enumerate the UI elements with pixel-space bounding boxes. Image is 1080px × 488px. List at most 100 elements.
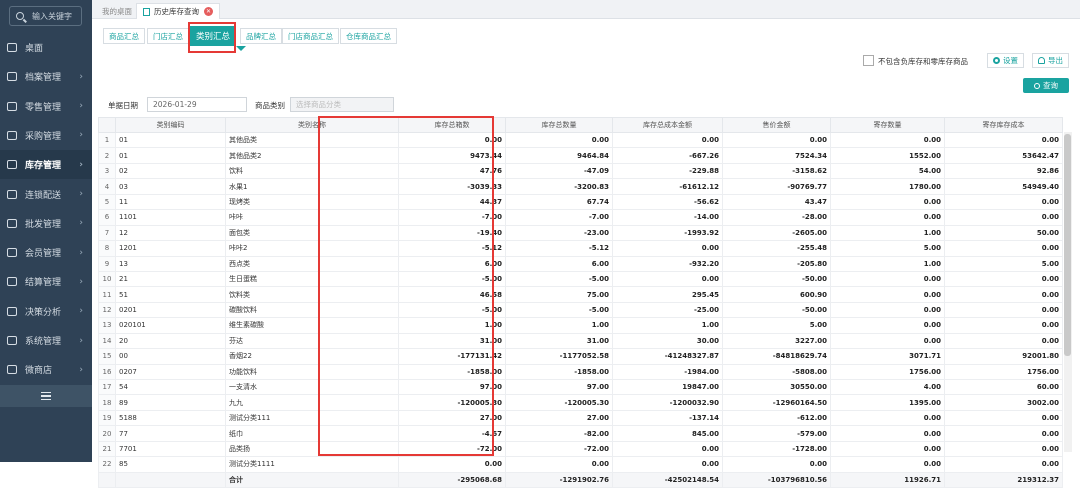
table-cell: -1177052.58	[505, 348, 613, 365]
table-cell: 0.00	[505, 456, 613, 473]
table-cell: 50.00	[944, 224, 1063, 242]
nav-item-label: 批发管理	[25, 219, 62, 230]
table-row[interactable]: 17 54 一支清水 97.00 97.00 19847.00 30550.00 4.00 60…	[98, 378, 1063, 396]
row-index: 6	[98, 209, 116, 226]
nav-item-label: 连锁配送	[25, 190, 62, 201]
table-cell: 7524.34	[722, 147, 831, 164]
table-row[interactable]: 22 85 测试分类1111 0.00 0.00 0.00 0.00 0.00 0.00	[98, 456, 1063, 473]
exclude-negative-checkbox[interactable]	[863, 55, 874, 66]
table-cell: 7701	[115, 440, 226, 458]
subtab-4[interactable]: 门店商品汇总	[282, 28, 339, 44]
table-cell	[115, 471, 226, 488]
subtab-3[interactable]: 品牌汇总	[240, 28, 282, 44]
subtab-1[interactable]: 门店汇总	[147, 28, 189, 44]
nav-item-2[interactable]: 零售管理 ›	[0, 92, 92, 121]
nav-item-9[interactable]: 决策分析 ›	[0, 297, 92, 326]
table-cell: 60.00	[944, 378, 1063, 396]
table-row[interactable]: 5 11 现烤类 44.37 67.74 -56.62 43.47 0.00 0.00	[98, 193, 1063, 211]
table-cell: -3158.62	[722, 162, 831, 180]
table-cell: -25.00	[612, 301, 723, 319]
table-row[interactable]: 11 51 饮料类 46.58 75.00 295.45 600.90 0.00 0.00	[98, 286, 1063, 303]
table-row[interactable]: 15 00 香烟22 -177131.42 -1177052.58 -41248327.8…	[98, 348, 1063, 365]
search-box[interactable]: 输入关键字	[9, 6, 82, 26]
close-icon[interactable]: ✕	[204, 7, 213, 16]
nav-item-0[interactable]: 桌面	[0, 33, 92, 62]
settings-button[interactable]: 设置	[987, 53, 1024, 68]
table-row[interactable]: 16 0207 功能饮料 -1858.00 -1858.00 -1984.00 -5808.…	[98, 363, 1063, 381]
table-cell: -5.00	[505, 270, 613, 288]
nav-item-5[interactable]: 连锁配送 ›	[0, 180, 92, 209]
menu-icon	[41, 392, 51, 400]
nav-item-11[interactable]: 微商店 ›	[0, 355, 92, 384]
table-row[interactable]: 19 5188 测试分类111 27.00 27.00 -137.14 -612.00 0.0…	[98, 409, 1063, 427]
nav-item-label: 采购管理	[25, 131, 62, 142]
table-cell: 43.47	[722, 193, 831, 211]
table-cell: -7.00	[505, 209, 613, 226]
table-row[interactable]: 2 01 其他品类2 9473.44 9464.84 -667.26 7524.34 1552…	[98, 147, 1063, 164]
nav-item-3[interactable]: 采购管理 ›	[0, 121, 92, 150]
tab-history-stock[interactable]: 历史库存查询 ✕	[136, 3, 220, 19]
category-select[interactable]: 选择商品分类	[290, 97, 394, 112]
query-button[interactable]: 查询	[1023, 78, 1069, 93]
table-row[interactable]: 18 89 九九 -120005.30 -120005.30 -1200032.90 -12…	[98, 394, 1063, 411]
table-cell: -3200.83	[505, 178, 613, 195]
subtab-5[interactable]: 仓库商品汇总	[340, 28, 397, 44]
chevron-right-icon: ›	[79, 335, 83, 346]
nav-item-8[interactable]: 结算管理 ›	[0, 267, 92, 296]
table-cell: 0.00	[830, 456, 945, 473]
table-row[interactable]: 14 20 芬达 31.00 31.00 30.00 3227.00 0.00 0.00	[98, 332, 1063, 350]
table-cell: 0.00	[944, 440, 1063, 458]
table-row[interactable]: 9 13 西点类 6.00 6.00 -932.20 -205.80 1.00 5.00	[98, 255, 1063, 272]
row-index: 15	[98, 348, 116, 365]
table-cell: 1101	[115, 209, 226, 226]
nav-item-7[interactable]: 会员管理 ›	[0, 238, 92, 267]
table-cell: -667.26	[612, 147, 723, 164]
row-index: 12	[98, 301, 116, 319]
table-row[interactable]: 12 0201 碳酸饮料 -5.00 -5.00 -25.00 -50.00 0.00 0.00	[98, 301, 1063, 319]
table-cell: -120005.30	[505, 394, 613, 411]
table-cell: 54949.40	[944, 178, 1063, 195]
date-input[interactable]: 2026-01-29	[147, 97, 247, 112]
table-row[interactable]: 20 77 纸巾 -4.67 -82.00 845.00 -579.00 0.00 0.00	[98, 425, 1063, 442]
settings-label: 设置	[1003, 56, 1018, 65]
summary-table: 类别编码 类别名称 库存总箱数 库存总数量 库存总成本金额 售价金额 寄存数量 寄存库存成本 …	[98, 117, 1063, 488]
table-row[interactable]: 21 7701 品类扬 -72.00 -72.00 0.00 -1728.00 0.00 0.0…	[98, 440, 1063, 458]
table-row[interactable]: 13 020101 维生素碳酸 1.00 1.00 1.00 5.00 0.00 0.00	[98, 317, 1063, 334]
table-row[interactable]: 3 02 饮料 47.76 -47.09 -229.88 -3158.62 54.00 92.8…	[98, 162, 1063, 180]
scrollbar-thumb[interactable]	[1064, 134, 1071, 356]
inventory-icon	[7, 160, 17, 170]
table-cell: -28.00	[722, 209, 831, 226]
table-row[interactable]: 6 1101 咔咔 -7.00 -7.00 -14.00 -28.00 0.00 0.00	[98, 209, 1063, 226]
table-cell: -5808.00	[722, 363, 831, 381]
collapse-sidebar-button[interactable]	[0, 385, 92, 407]
table-cell: 0.00	[830, 425, 945, 442]
export-button[interactable]: 导出	[1032, 53, 1069, 68]
chevron-right-icon: ›	[79, 306, 83, 317]
nav-item-4[interactable]: 库存管理 ›	[0, 150, 92, 180]
total-cell: -42502148.54	[612, 471, 723, 488]
nav-item-6[interactable]: 批发管理 ›	[0, 209, 92, 238]
tab-desktop[interactable]: 我的桌面	[96, 3, 138, 19]
table-row[interactable]: 4 03 水果1 -3039.33 -3200.83 -61612.12 -90769.77…	[98, 178, 1063, 195]
row-index: 16	[98, 363, 116, 381]
table-cell: 20	[115, 332, 226, 350]
table-cell: 0.00	[830, 301, 945, 319]
shop-icon	[7, 365, 17, 375]
archive-icon	[7, 72, 17, 82]
table-cell: 31.00	[505, 332, 613, 350]
category-label: 商品类别	[255, 101, 285, 110]
total-cell: -103796810.56	[722, 471, 831, 488]
table-cell: 0.00	[944, 240, 1063, 257]
tab-history-stock-label: 历史库存查询	[154, 7, 199, 16]
table-row[interactable]: 8 1201 咔咔2 -5.12 -5.12 0.00 -255.48 5.00 0.00	[98, 240, 1063, 257]
table-cell: -72.00	[505, 440, 613, 458]
settings-icon	[7, 336, 17, 345]
nav-item-1[interactable]: 档案管理 ›	[0, 62, 92, 91]
nav-item-10[interactable]: 系统管理 ›	[0, 326, 92, 355]
table-row[interactable]: 7 12 面包类 -19.40 -23.00 -1993.92 -2605.00 1.00 50…	[98, 224, 1063, 242]
subtab-0[interactable]: 商品汇总	[103, 28, 145, 44]
table-row[interactable]: 1 01 其他品类 0.00 0.00 0.00 0.00 0.00 0.00	[98, 131, 1063, 149]
table-cell: -205.80	[722, 255, 831, 272]
table-cell: 0.00	[944, 286, 1063, 303]
table-row[interactable]: 10 21 生日蛋糕 -5.00 -5.00 0.00 -50.00 0.00 0.00	[98, 270, 1063, 288]
